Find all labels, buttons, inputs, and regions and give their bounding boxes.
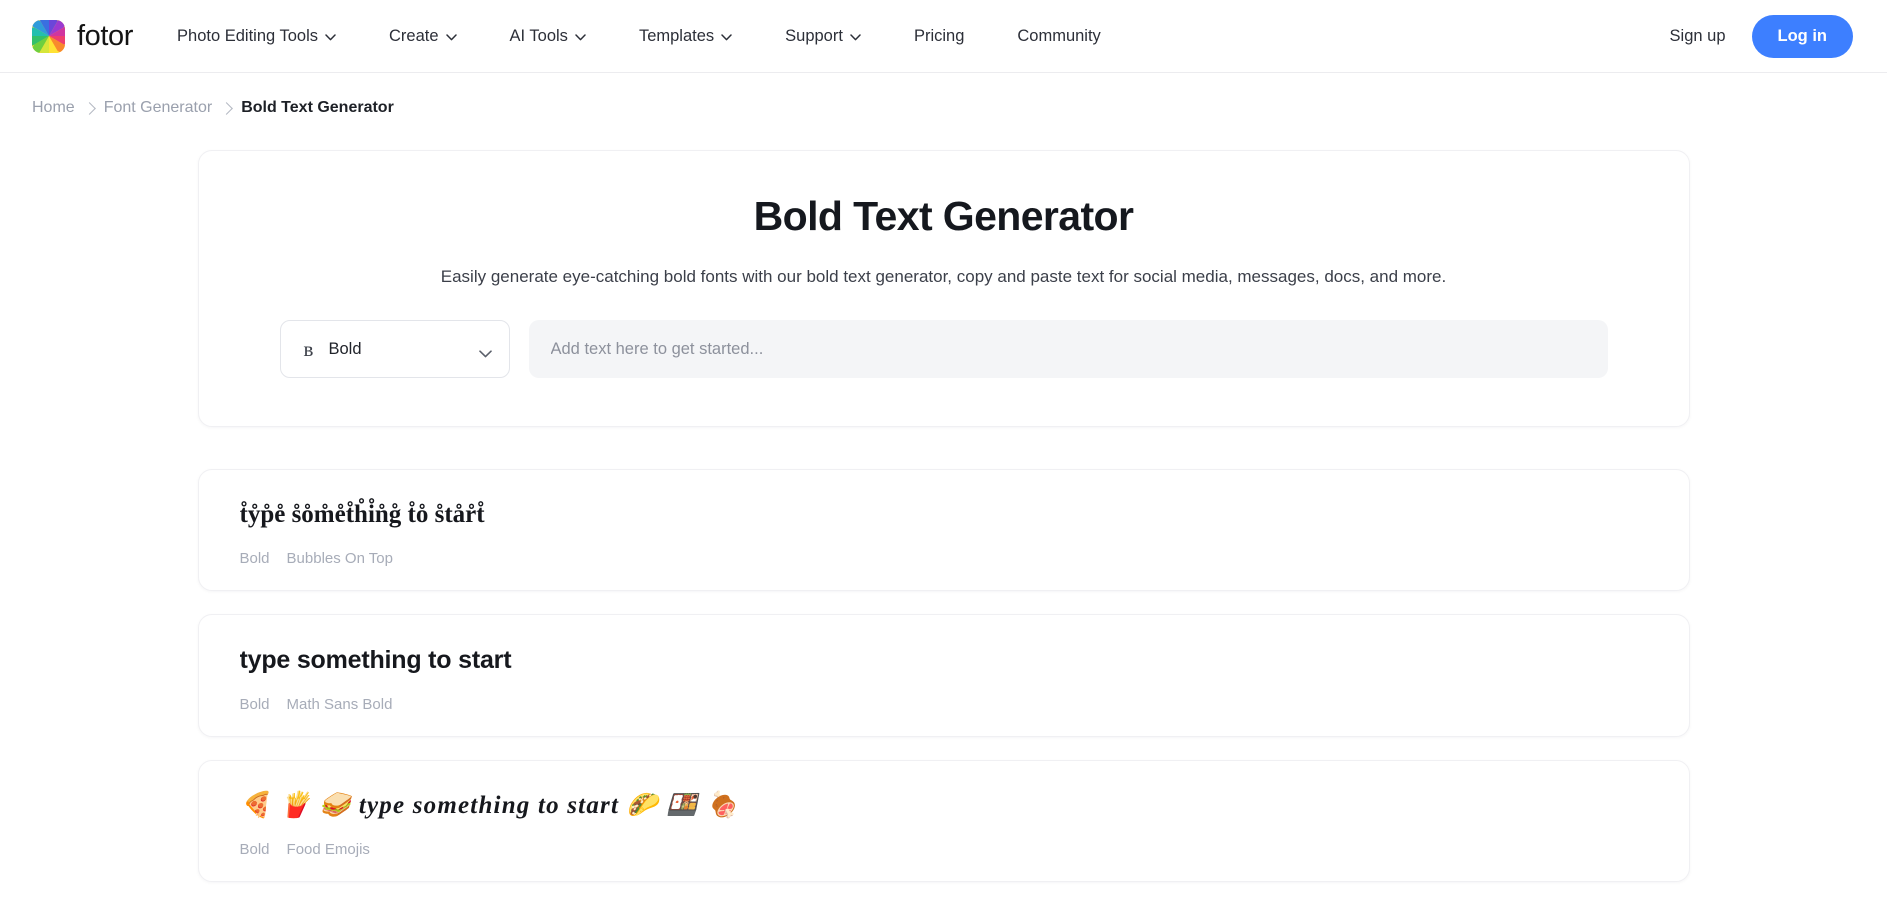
nav-item-label: Community — [1017, 26, 1101, 45]
nav-item-create[interactable]: Create — [389, 19, 457, 54]
fotor-logo-link[interactable]: fotor — [32, 19, 134, 53]
sign-up-link[interactable]: Sign up — [1670, 27, 1726, 46]
nav-item-label: Templates — [638, 26, 715, 45]
nav-item-label: Photo Editing Tools — [177, 26, 318, 45]
breadcrumb-current: Bold Text Generator — [241, 99, 394, 116]
nav-item-pricing[interactable]: Pricing — [914, 19, 964, 54]
nav-item-label: Support — [785, 26, 843, 45]
result-text[interactable]: 🍕 🍟 🥪 type something to start 🌮 🍱 🍖 — [240, 788, 1648, 824]
nav-item-community[interactable]: Community — [1017, 19, 1100, 54]
nav-item-photo-editing-tools[interactable]: Photo Editing Tools — [177, 19, 336, 54]
font-style-value: Bold — [328, 339, 362, 358]
log-in-button[interactable]: Log in — [1751, 14, 1853, 58]
chevron-down-icon — [575, 33, 586, 41]
text-input[interactable] — [528, 320, 1608, 378]
nav-item-support[interactable]: Support — [785, 19, 861, 54]
page-content: Bold Text Generator Easily generate eye-… — [197, 117, 1690, 882]
result-tag[interactable]: Bold — [240, 696, 270, 713]
chevron-down-icon — [721, 33, 732, 41]
top-navigation-bar: fotor Photo Editing Tools Create AI Tools T… — [0, 0, 1887, 73]
fotor-pinwheel-logo-icon — [32, 19, 65, 53]
nav-item-label: Pricing — [913, 26, 965, 45]
nav-item-templates[interactable]: Templates — [639, 19, 732, 54]
nav-item-label: AI Tools — [509, 26, 568, 45]
results-list: t̊ẙp̊e̊ s̊o̊m̊e̊t̊h̊i̊n̊g̊ t̊o̊ s̊tår̊… — [197, 469, 1690, 882]
breadcrumb-link[interactable]: Home — [32, 99, 75, 117]
generator-panel: Bold Text Generator Easily generate eye-… — [197, 150, 1690, 427]
result-text[interactable]: type something to start — [240, 642, 1648, 678]
bold-b-icon: ʙ — [303, 336, 314, 361]
result-tags: Bold Math Sans Bold — [240, 696, 1648, 713]
result-tag[interactable]: Bold — [240, 841, 270, 858]
nav-account-actions: Sign up Log in — [1670, 14, 1853, 58]
chevron-right-icon — [82, 101, 96, 115]
nav-item-ai-tools[interactable]: AI Tools — [510, 19, 586, 54]
generator-controls: ʙ Bold — [239, 320, 1649, 378]
result-tag[interactable]: Food Emojis — [287, 841, 370, 858]
page-subtitle: Easily generate eye-catching bold fonts … — [440, 267, 1447, 286]
result-tags: Bold Bubbles On Top — [240, 550, 1648, 567]
chevron-right-icon — [220, 101, 234, 115]
font-style-select[interactable]: ʙ Bold — [279, 320, 510, 378]
brand-name: fotor — [77, 19, 134, 52]
result-card[interactable]: type something to start Bold Math Sans Bol… — [197, 614, 1690, 737]
result-tag[interactable]: Bubbles On Top — [287, 550, 393, 567]
result-tag[interactable]: Math Sans Bold — [287, 696, 393, 713]
breadcrumb-link[interactable]: Font Generator — [104, 99, 213, 117]
primary-nav-links: Photo Editing Tools Create AI Tools Templat… — [177, 19, 1101, 54]
result-tags: Bold Food Emojis — [240, 841, 1648, 858]
result-text[interactable]: t̊ẙp̊e̊ s̊o̊m̊e̊t̊h̊i̊n̊g̊ t̊o̊ s̊tår̊… — [240, 497, 1648, 533]
result-tag[interactable]: Bold — [240, 550, 270, 567]
result-card[interactable]: t̊ẙp̊e̊ s̊o̊m̊e̊t̊h̊i̊n̊g̊ t̊o̊ s̊tår̊… — [197, 469, 1690, 592]
chevron-down-icon — [325, 33, 336, 41]
page-title: Bold Text Generator — [753, 193, 1134, 239]
chevron-down-icon — [445, 33, 457, 41]
chevron-down-icon — [478, 345, 492, 358]
breadcrumb: Home Font Generator Bold Text Generator — [0, 73, 1887, 117]
chevron-down-icon — [850, 33, 861, 41]
nav-item-label: Create — [389, 26, 439, 45]
result-card[interactable]: 🍕 🍟 🥪 type something to start 🌮 🍱 🍖 Bold F… — [197, 759, 1690, 882]
